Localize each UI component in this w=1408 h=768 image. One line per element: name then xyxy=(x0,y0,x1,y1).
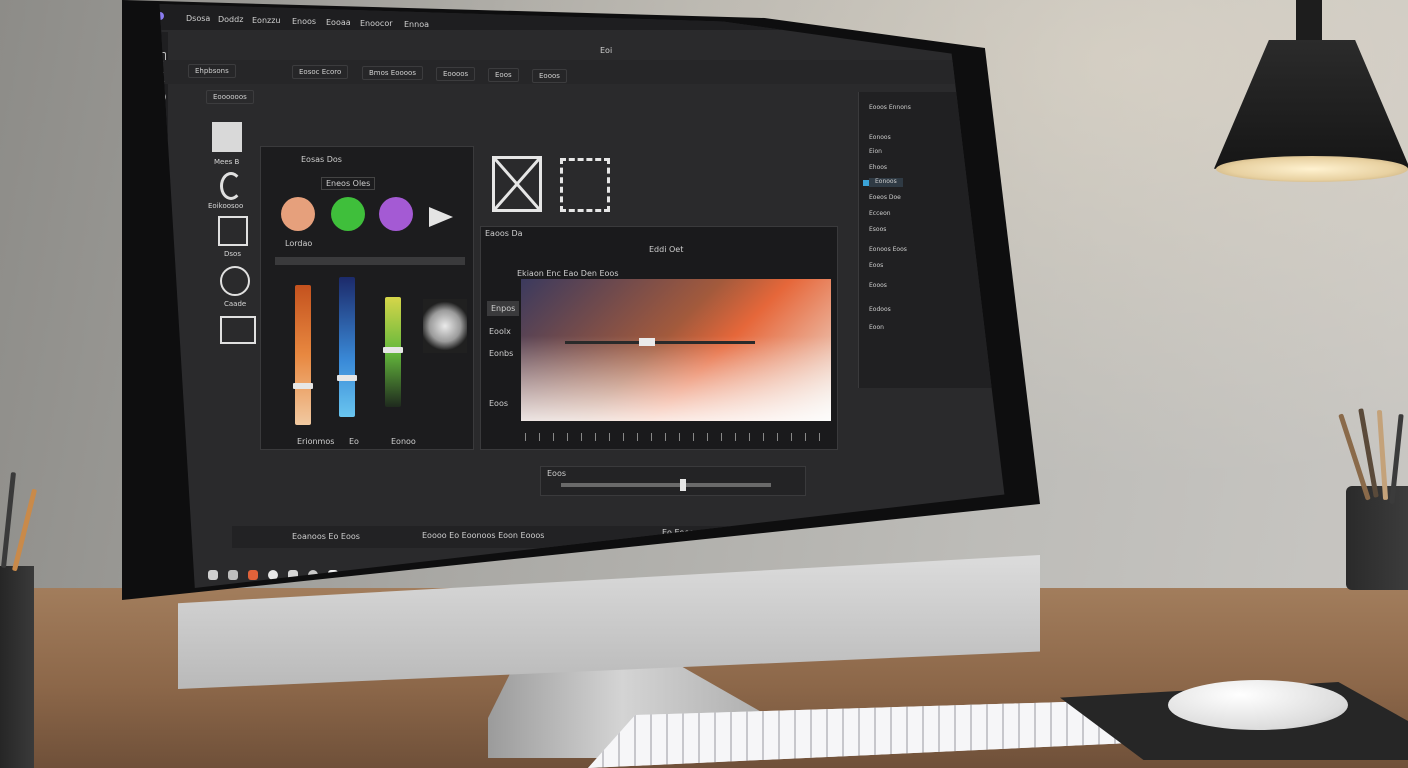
blue-slider[interactable] xyxy=(339,277,355,417)
menu-item[interactable]: Ennoa xyxy=(404,20,429,29)
option-button[interactable]: Eosoc Ecoro xyxy=(292,65,349,79)
menu-item[interactable]: Dsosa xyxy=(186,14,210,23)
slider-label: Erionmos xyxy=(297,437,335,446)
swatch-circle-peach[interactable] xyxy=(281,197,315,231)
canvas-subheader: Ekiaon Enc Eao Den Eoos xyxy=(517,269,619,278)
blue-slider-knob[interactable] xyxy=(337,375,357,381)
layer-row[interactable]: Eion xyxy=(869,148,882,157)
option-button[interactable]: Eooos xyxy=(532,69,567,83)
monitor-screen: Dsosa Doddz Eonzzu Enoos Eooaa Enoocor E… xyxy=(159,4,1005,588)
document-tab[interactable]: Eoooooos xyxy=(206,90,254,104)
status-text: Eoooo Eo Eoonoos Eoon Eooos xyxy=(422,531,545,540)
files-icon[interactable] xyxy=(228,570,238,580)
layer-row[interactable]: Ecceon xyxy=(869,210,891,219)
blend-dropdown[interactable]: Eneos Oles xyxy=(321,177,376,190)
layer-row[interactable]: Eoon xyxy=(869,324,884,333)
side-tab[interactable]: Enpos xyxy=(487,301,520,316)
timeline: Eoos xyxy=(540,466,806,496)
layer-row-selected[interactable]: Eonoos xyxy=(869,178,903,187)
gradient-line[interactable] xyxy=(565,341,755,344)
status-text: Eoanoos Eo Eoos xyxy=(292,532,360,541)
timeline-knob[interactable] xyxy=(679,479,686,491)
camera-shape-icon[interactable] xyxy=(220,316,256,344)
menu-item[interactable]: Doddz xyxy=(218,15,243,24)
menu-item[interactable]: Enoocor xyxy=(360,19,393,28)
swatch-circle-green[interactable] xyxy=(331,197,365,231)
orange-slider[interactable] xyxy=(295,285,311,425)
square-shape-icon[interactable] xyxy=(212,122,242,152)
layer-row[interactable]: Ehoos xyxy=(869,164,887,173)
canvas-fade xyxy=(521,279,831,421)
panel-title: Eaoos Da xyxy=(485,229,523,238)
browser-icon[interactable] xyxy=(268,570,278,580)
side-tab[interactable]: Eoolx xyxy=(489,327,511,336)
arrow-shape-icon[interactable] xyxy=(429,207,453,227)
brush-preview xyxy=(423,299,467,353)
canvas-ruler xyxy=(525,433,825,441)
menu-item[interactable]: Eooaa xyxy=(326,18,351,27)
arc-shape-icon[interactable] xyxy=(220,172,242,200)
pencil-cup-left xyxy=(0,566,34,768)
shape-label: Mees B xyxy=(214,158,240,166)
swatch-label: Lordao xyxy=(285,239,313,248)
layer-row[interactable]: Eonoos xyxy=(869,134,891,143)
layer-row[interactable]: Eonoos Eoos xyxy=(869,246,907,255)
side-tab[interactable]: Eoos xyxy=(489,399,508,408)
canvas-panel: Eaoos Da Eddi Oet Ekiaon Enc Eao Den Eoo… xyxy=(480,226,838,450)
option-button[interactable]: Bmos Eoooos xyxy=(362,66,423,80)
circle-shape-icon[interactable] xyxy=(220,266,250,296)
window-title: Eoi xyxy=(600,46,613,55)
slider-label: Eonoo xyxy=(391,437,416,446)
menu-item[interactable]: Eonzzu xyxy=(252,16,281,25)
layer-row[interactable]: Eooos xyxy=(869,282,887,291)
layer-row[interactable]: Eoeos Doe xyxy=(869,194,901,203)
pencil-cup-right xyxy=(1346,486,1408,590)
option-button[interactable]: Eoooos xyxy=(436,67,476,81)
gradient-canvas[interactable] xyxy=(521,279,831,421)
shape-label: Caade xyxy=(224,300,247,308)
side-tab[interactable]: Eonbs xyxy=(489,349,513,358)
frame-shape-icon[interactable] xyxy=(218,216,248,246)
gradient-midpoint-handle[interactable] xyxy=(639,338,655,346)
color-panel: Eosas Dos Eneos Oles Lordao Erionmos Eo … xyxy=(260,146,474,450)
slider-label: Eo xyxy=(349,437,359,446)
menu-item[interactable]: Enoos xyxy=(292,17,316,26)
crossed-box-icon[interactable] xyxy=(492,156,542,212)
option-button[interactable]: Eoos xyxy=(488,68,519,82)
layer-row[interactable]: Eodoos xyxy=(869,306,891,315)
orange-slider-knob[interactable] xyxy=(293,383,313,389)
start-icon[interactable] xyxy=(208,570,218,580)
shape-library: Mees B Eoikoosoo Dsos Caade xyxy=(198,108,258,478)
mouse xyxy=(1168,680,1348,730)
green-slider-knob[interactable] xyxy=(383,347,403,353)
option-button[interactable]: Ehpbsons xyxy=(188,64,236,78)
timeline-label: Eoos xyxy=(547,469,567,478)
panel-header: Eooos Ennons xyxy=(869,104,911,111)
layer-row[interactable]: Eoos xyxy=(869,262,883,271)
layer-visibility-icon[interactable] xyxy=(863,180,869,186)
panel-header: Eosas Dos xyxy=(301,155,342,164)
shape-label: Dsos xyxy=(224,250,241,258)
swatch-circle-purple[interactable] xyxy=(379,197,413,231)
layer-row[interactable]: Esoos xyxy=(869,226,886,235)
options-bar: Ehpbsons Eosoc Ecoro Bmos Eoooos Eoooos … xyxy=(159,60,1005,104)
app-icon[interactable] xyxy=(248,570,258,580)
lamp-bulb-glow xyxy=(1216,156,1408,182)
shape-label: Eoikoosoo xyxy=(208,202,244,210)
canvas-header: Eddi Oet xyxy=(649,245,684,254)
stencil-box-icon[interactable] xyxy=(560,158,610,212)
separator-bar xyxy=(275,257,465,265)
timeline-track[interactable] xyxy=(561,483,771,487)
